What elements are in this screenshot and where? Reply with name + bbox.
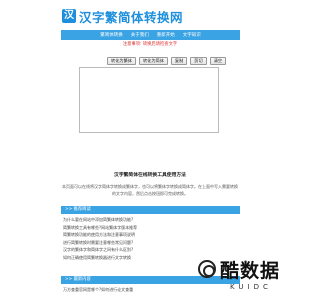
- list-item[interactable]: 为什么要在网站中添加简繁体转换功能?: [61, 216, 240, 224]
- watermark-logo-icon: [198, 260, 216, 278]
- watermark-subtext: KUIDC: [230, 283, 272, 291]
- nav-item-restart[interactable]: 重新开始: [157, 32, 175, 38]
- nav-item-convert[interactable]: 繁简体转换: [100, 32, 123, 38]
- article-title: 汉字繁简体在线转换工具使用方法: [114, 173, 186, 178]
- notice-text: 注意事项: 转换后请检查文字: [122, 42, 178, 47]
- site-logo[interactable]: 汉 汉字繁简体转换网: [62, 8, 184, 25]
- article-body: 本页面可以在线将汉字简体字转换成繁体字，也可以将繁体字转换成简体字。在上面中写入…: [62, 184, 238, 196]
- copy-button[interactable]: 复制: [170, 57, 188, 65]
- toolbar: 转化为繁体 转化为简体 复制 剪切 清空: [107, 57, 227, 65]
- list-item[interactable]: 简繁转换功能的使用方法和注意事项说明: [61, 231, 240, 239]
- to-simplified-button[interactable]: 转化为简体: [138, 57, 168, 65]
- clear-button[interactable]: 清空: [209, 57, 227, 65]
- text-input-area[interactable]: [79, 67, 219, 133]
- related-section-header: >> 推荐阅读: [61, 206, 240, 214]
- main-nav: 繁简体转换 关于我们 重新开始 文字知识: [61, 30, 240, 40]
- logo-text: 汉字繁简体转换网: [79, 9, 184, 25]
- list-item[interactable]: 汉字的繁体字和简体字之间有什么区别?: [61, 246, 240, 254]
- watermark-text: 酷数据: [220, 260, 281, 282]
- logo-mark-icon: 汉: [62, 9, 76, 23]
- nav-item-knowledge[interactable]: 文字知识: [183, 32, 201, 38]
- list-item[interactable]: 简繁转换工具有哪些?网站繁体字版本推荐: [61, 224, 240, 232]
- related-list: 为什么要在网站中添加简繁体转换功能? 简繁转换工具有哪些?网站繁体字版本推荐 简…: [61, 216, 240, 262]
- cut-button[interactable]: 剪切: [190, 57, 207, 65]
- site-header: 汉 汉字繁简体转换网: [0, 0, 300, 30]
- nav-item-about[interactable]: 关于我们: [131, 32, 149, 38]
- watermark: 酷数据 KUIDC: [196, 256, 300, 300]
- to-traditional-button[interactable]: 转化为繁体: [107, 57, 136, 65]
- list-item[interactable]: 进行简繁转换时需要注意哪些常见问题?: [61, 239, 240, 247]
